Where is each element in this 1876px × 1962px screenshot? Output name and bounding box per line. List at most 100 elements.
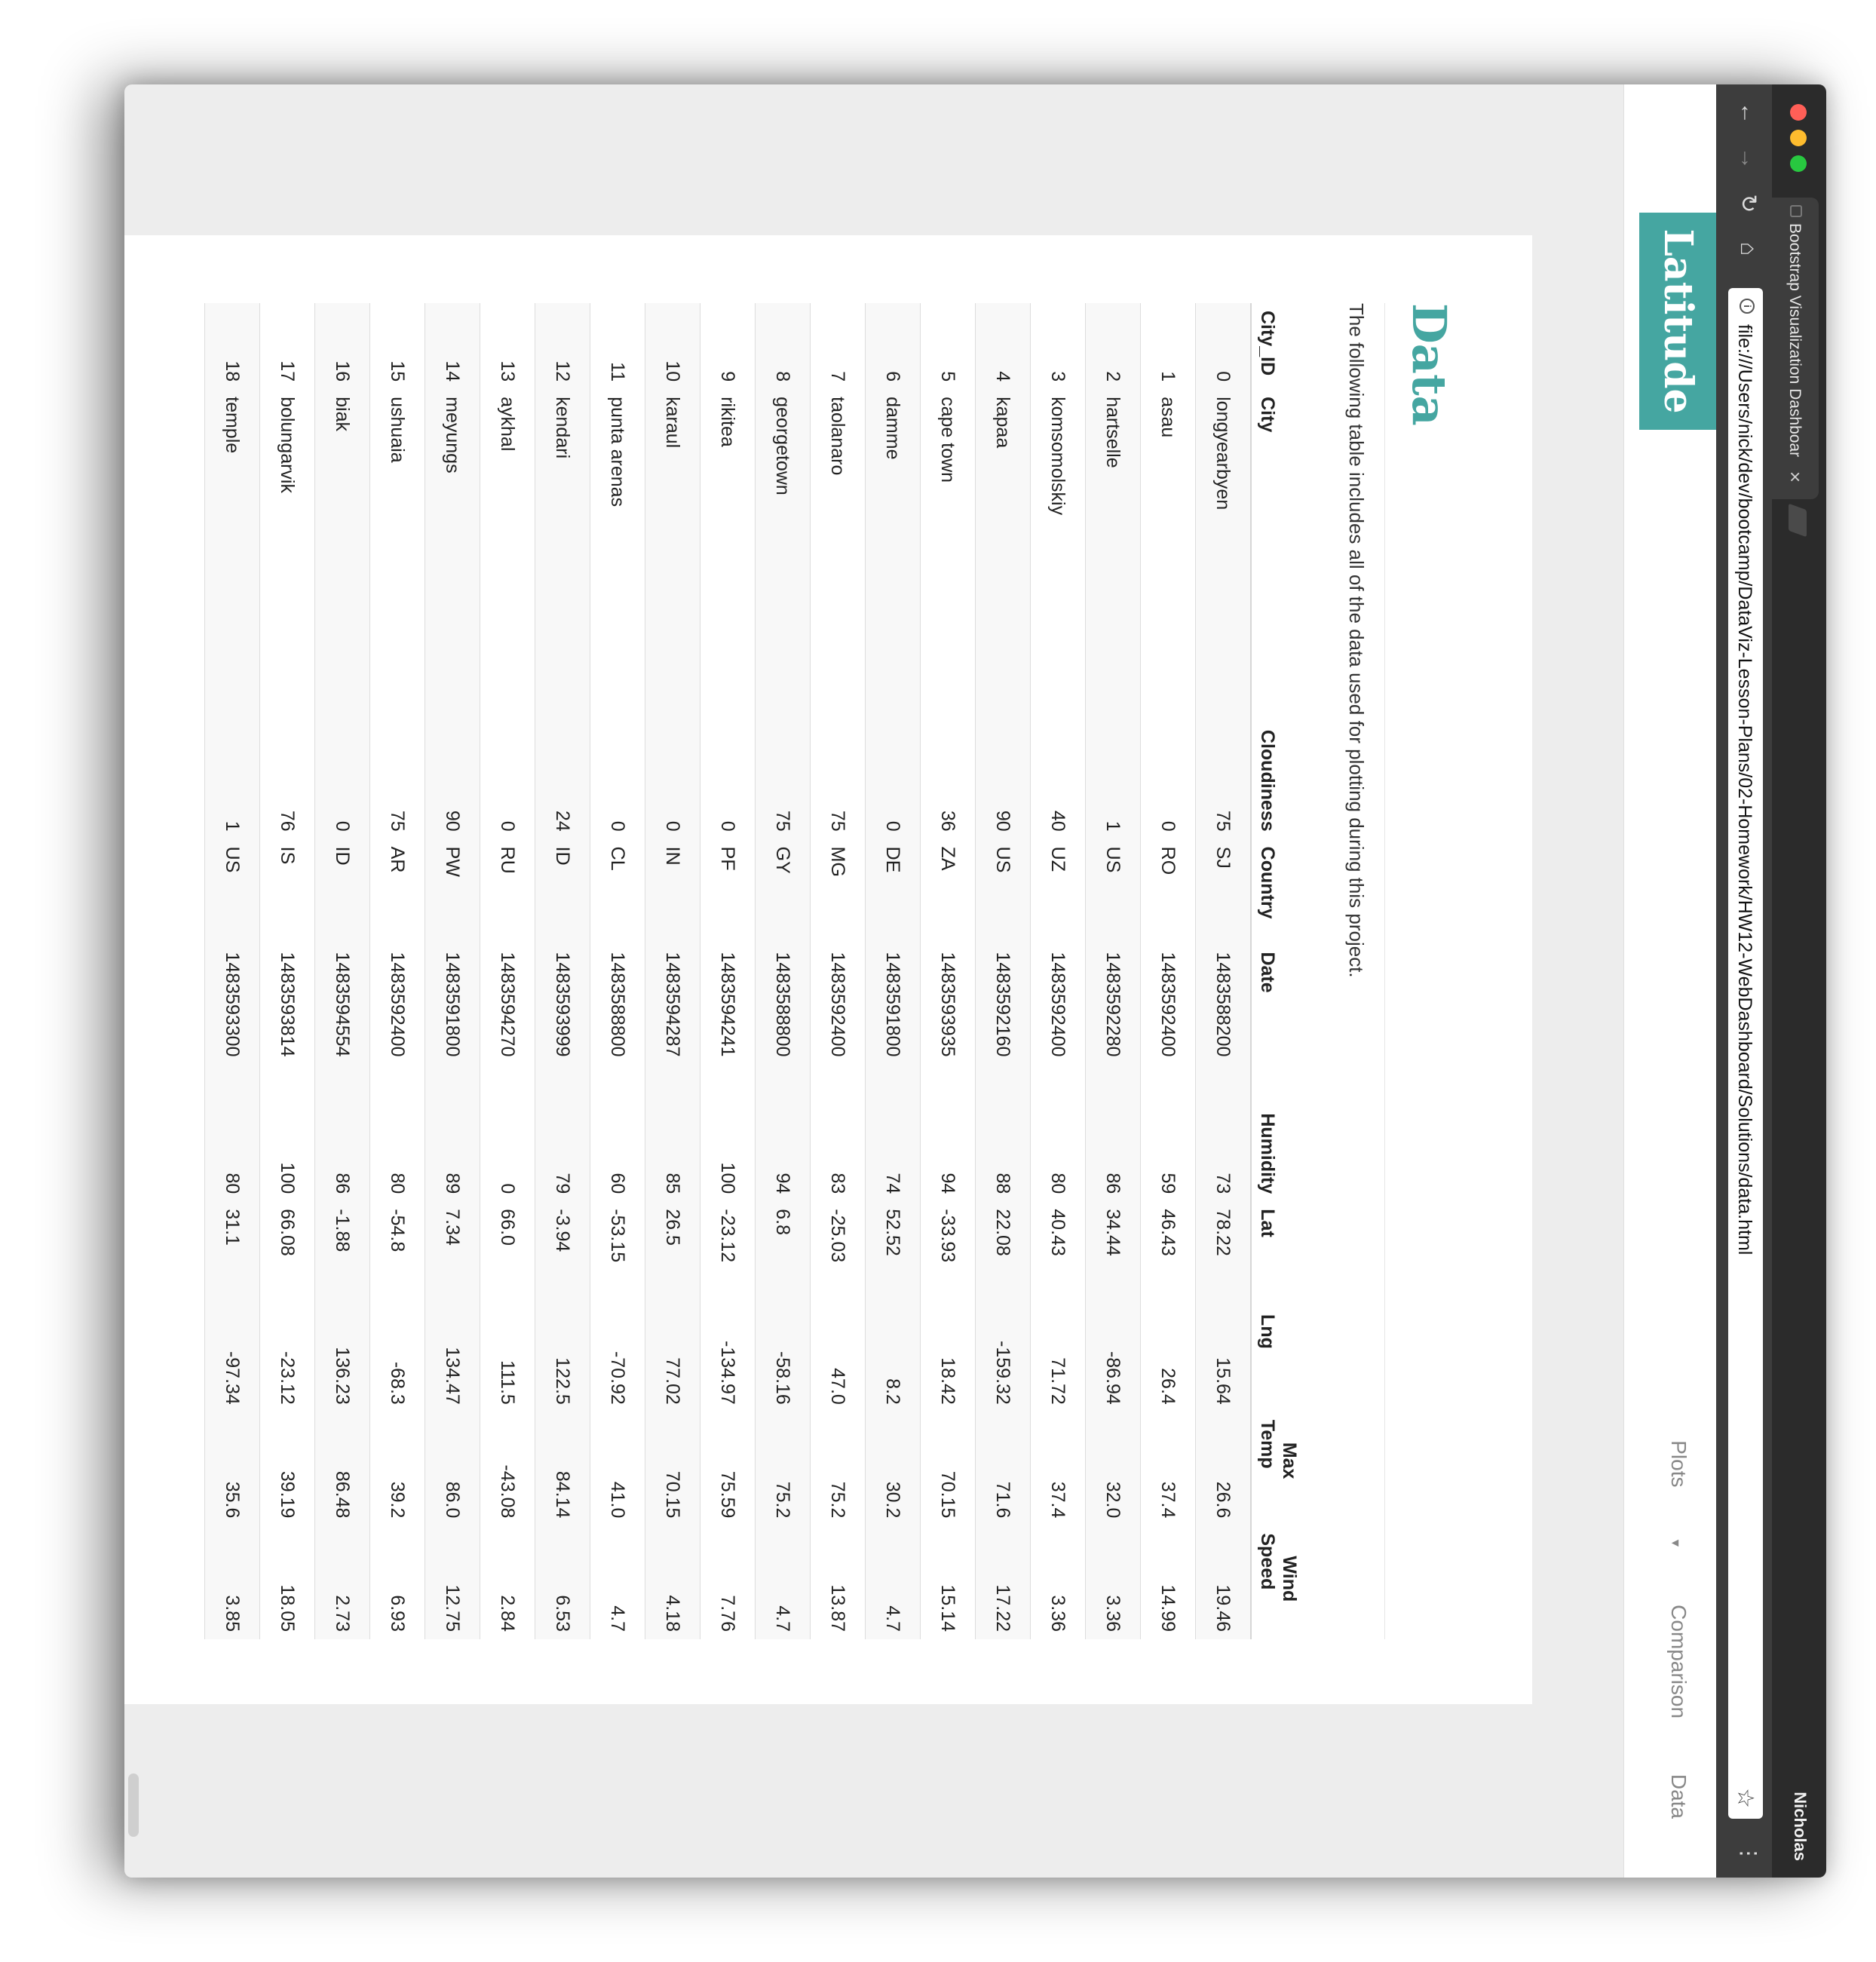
table-cell: longyearbyen — [1195, 389, 1251, 714]
table-cell: 41.0 — [590, 1412, 645, 1526]
table-cell: 90 — [425, 713, 480, 839]
table-cell: 0 — [590, 713, 645, 839]
site-navbar: Latitude Plots ▼ Comparison Data — [1623, 84, 1716, 1878]
horizontal-scrollbar[interactable] — [128, 1773, 139, 1837]
table-cell: hartselle — [1085, 389, 1141, 714]
header-wind-speed-line2: Speed — [1257, 1533, 1278, 1590]
new-tab-button[interactable] — [1789, 503, 1807, 538]
table-row: 6 damme 0 DE 1483591800 74 52.52 8.2 30.2 4.7 — [865, 303, 921, 1639]
table-cell: -33.93 — [920, 1201, 976, 1307]
table-cell: 88 — [975, 1098, 1031, 1202]
tab-close-icon[interactable]: × — [1783, 471, 1807, 483]
nav-plots-dropdown[interactable]: Plots ▼ — [1667, 1390, 1691, 1549]
table-cell: 6.8 — [755, 1201, 811, 1307]
table-cell: ushuaia — [369, 389, 425, 714]
table-cell: 0 — [865, 713, 921, 839]
nav-data-link[interactable]: Data — [1667, 1774, 1691, 1819]
reload-icon[interactable]: ↻ — [1733, 189, 1763, 219]
table-cell: 1483592400 — [810, 944, 866, 1099]
table-cell: 4.7 — [755, 1525, 811, 1639]
table-header-row: City_ID City Cloudiness Country Date Hum… — [1251, 303, 1329, 1639]
table-cell: 71.6 — [975, 1412, 1031, 1526]
table-cell: 86 — [1085, 1098, 1141, 1202]
table-row: 16 biak 0 ID 1483594554 86 -1.88 136.23 86.48 2.7… — [314, 303, 370, 1639]
table-cell: -43.08 — [480, 1412, 535, 1526]
browser-tab[interactable]: Bootstrap Visualization Dashboard × — [1772, 198, 1819, 499]
header-wind-speed: Wind Speed — [1251, 1525, 1329, 1639]
table-cell: 19.46 — [1195, 1525, 1251, 1639]
close-window-icon[interactable] — [1790, 104, 1807, 121]
address-bar[interactable]: i file:///Users/nick/dev/bootcamp/DataVi… — [1728, 288, 1763, 1819]
tab-strip: Bootstrap Visualization Dashboard × Nich… — [1772, 84, 1826, 1878]
page-description: The following table includes all of the … — [1345, 303, 1368, 978]
table-cell: aykhal — [480, 389, 535, 714]
table-cell: 1483593935 — [920, 944, 976, 1099]
table-cell: -86.94 — [1085, 1307, 1141, 1412]
table-cell: 11 — [590, 303, 645, 390]
table-cell: 40 — [1030, 713, 1086, 839]
table-row: 10 karaul 0 IN 1483594287 85 26.5 77.02 70.15 4.1… — [645, 303, 700, 1639]
header-max-temp-line2: Temp — [1257, 1419, 1278, 1469]
table-cell: 1483588800 — [590, 944, 645, 1099]
table-cell: 75.2 — [755, 1412, 811, 1526]
forward-arrow-icon[interactable]: → — [1733, 143, 1763, 173]
table-cell: 90 — [975, 713, 1031, 839]
table-cell: -70.92 — [590, 1307, 645, 1412]
table-cell: 37.4 — [1030, 1412, 1086, 1526]
table-cell: RU — [480, 838, 535, 945]
table-cell: 1483593814 — [259, 944, 315, 1099]
info-icon[interactable]: i — [1740, 299, 1755, 314]
table-cell: 26.5 — [645, 1201, 700, 1307]
back-arrow-icon[interactable]: ← — [1733, 98, 1763, 128]
zoom-window-icon[interactable] — [1790, 155, 1807, 172]
table-cell: 75 — [369, 713, 425, 839]
profile-name[interactable]: Nicholas — [1790, 1792, 1810, 1861]
table-cell: 14 — [425, 303, 480, 390]
bookmark-star-icon[interactable]: ☆ — [1732, 1788, 1758, 1808]
table-cell: 1483592400 — [369, 944, 425, 1099]
more-menu-icon[interactable]: ⋮ — [1737, 1843, 1761, 1864]
table-cell: UZ — [1030, 838, 1086, 945]
navbar-brand[interactable]: Latitude — [1639, 213, 1716, 430]
table-cell: meyungs — [425, 389, 480, 714]
table-row: 11 punta arenas 0 CL 1483588800 60 -53.15 -70.9… — [590, 303, 645, 1639]
table-cell: 1483593999 — [535, 944, 590, 1099]
table-row: 15 ushuaia 75 AR 1483592400 80 -54.8 -68.3 39.2 6… — [369, 303, 425, 1639]
table-cell: 1483592160 — [975, 944, 1031, 1099]
table-cell: 0 — [645, 713, 700, 839]
table-cell: damme — [865, 389, 921, 714]
table-cell: 2 — [1085, 303, 1141, 390]
table-cell: 30.2 — [865, 1412, 921, 1526]
minimize-window-icon[interactable] — [1790, 130, 1807, 146]
table-cell: cape town — [920, 389, 976, 714]
table-row: 12 kendari 24 ID 1483593999 79 -3.94 122.5 84.14… — [535, 303, 590, 1639]
table-cell: 9 — [700, 303, 756, 390]
table-cell: 84.14 — [535, 1412, 590, 1526]
table-cell: AR — [369, 838, 425, 945]
table-cell: 18.42 — [920, 1307, 976, 1412]
table-cell: 66.08 — [259, 1201, 315, 1307]
header-lat: Lat — [1251, 1201, 1329, 1307]
table-cell: 14.99 — [1140, 1525, 1196, 1639]
table-cell: IN — [645, 838, 700, 945]
table-cell: 7 — [810, 303, 866, 390]
table-cell: 60 — [590, 1098, 645, 1202]
table-cell: punta arenas — [590, 389, 645, 714]
table-cell: 73 — [1195, 1098, 1251, 1202]
table-cell: SJ — [1195, 838, 1251, 945]
table-cell: 6.53 — [535, 1525, 590, 1639]
table-cell: kapaa — [975, 389, 1031, 714]
caret-down-icon: ▼ — [1669, 1537, 1681, 1550]
header-humidity: Humidity — [1251, 1098, 1329, 1202]
nav-comparison-link[interactable]: Comparison — [1667, 1605, 1691, 1718]
table-cell: taolanaro — [810, 389, 866, 714]
table-cell: 0 — [480, 713, 535, 839]
table-cell: 35.6 — [204, 1412, 260, 1526]
home-icon[interactable]: ⌂ — [1733, 234, 1763, 264]
table-cell: 34.44 — [1085, 1201, 1141, 1307]
data-table: City_ID City Cloudiness Country Date Hum… — [204, 303, 1329, 1639]
table-cell: 1 — [1140, 303, 1196, 390]
table-cell: -25.03 — [810, 1201, 866, 1307]
table-cell: temple — [204, 389, 260, 714]
table-cell: 94 — [920, 1098, 976, 1202]
